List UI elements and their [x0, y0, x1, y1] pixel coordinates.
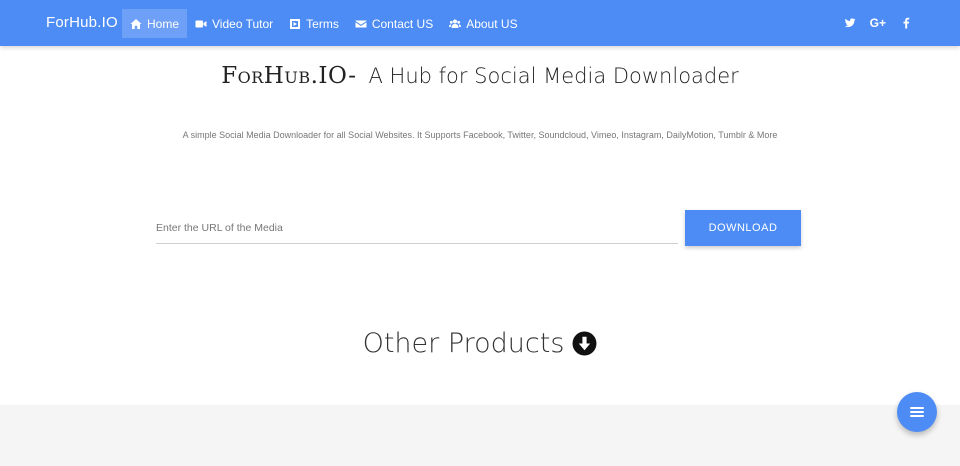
home-icon [130, 18, 142, 29]
other-products-heading: Other Products [0, 328, 960, 359]
envelope-icon [355, 20, 367, 27]
hero-logo: ForHub.IO- [221, 63, 357, 89]
arrow-circle-down-icon[interactable] [572, 331, 597, 356]
google-plus-icon[interactable]: G+ [870, 16, 886, 30]
nav-contact-us-label: Contact US [371, 16, 434, 31]
video-icon [195, 20, 207, 27]
download-button[interactable]: DOWNLOAD [685, 210, 801, 246]
footer-band [0, 405, 960, 466]
hero-tagline: A Hub for Social Media Downloader [368, 64, 739, 88]
other-products-label: Other Products [362, 328, 565, 359]
nav-terms-label: Terms [306, 16, 339, 31]
floating-menu-button[interactable] [897, 392, 937, 432]
twitter-icon[interactable] [844, 16, 856, 30]
play-square-icon [290, 18, 301, 29]
main-nav: Home Video Tutor Terms Contact US About … [122, 9, 526, 38]
facebook-icon[interactable] [900, 16, 912, 30]
nav-video-tutor-label: Video Tutor [212, 16, 274, 31]
nav-terms[interactable]: Terms [281, 9, 347, 38]
menu-icon [910, 407, 924, 417]
top-navbar: ForHub.IO Home Video Tutor Terms Contact… [0, 0, 960, 46]
nav-home-label: Home [147, 16, 180, 31]
nav-contact-us[interactable]: Contact US [347, 9, 441, 38]
nav-video-tutor[interactable]: Video Tutor [187, 9, 281, 38]
brand-logo[interactable]: ForHub.IO [46, 14, 118, 31]
page-title: ForHub.IO- A Hub for Social Media Downloa… [0, 62, 960, 89]
nav-about-us[interactable]: About US [441, 9, 525, 38]
users-icon [449, 19, 462, 28]
nav-about-us-label: About US [466, 16, 518, 31]
nav-home[interactable]: Home [122, 9, 188, 38]
hero-subtitle: A simple Social Media Downloader for all… [182, 130, 778, 140]
media-url-input[interactable] [156, 212, 678, 244]
social-links: G+ [844, 16, 912, 30]
